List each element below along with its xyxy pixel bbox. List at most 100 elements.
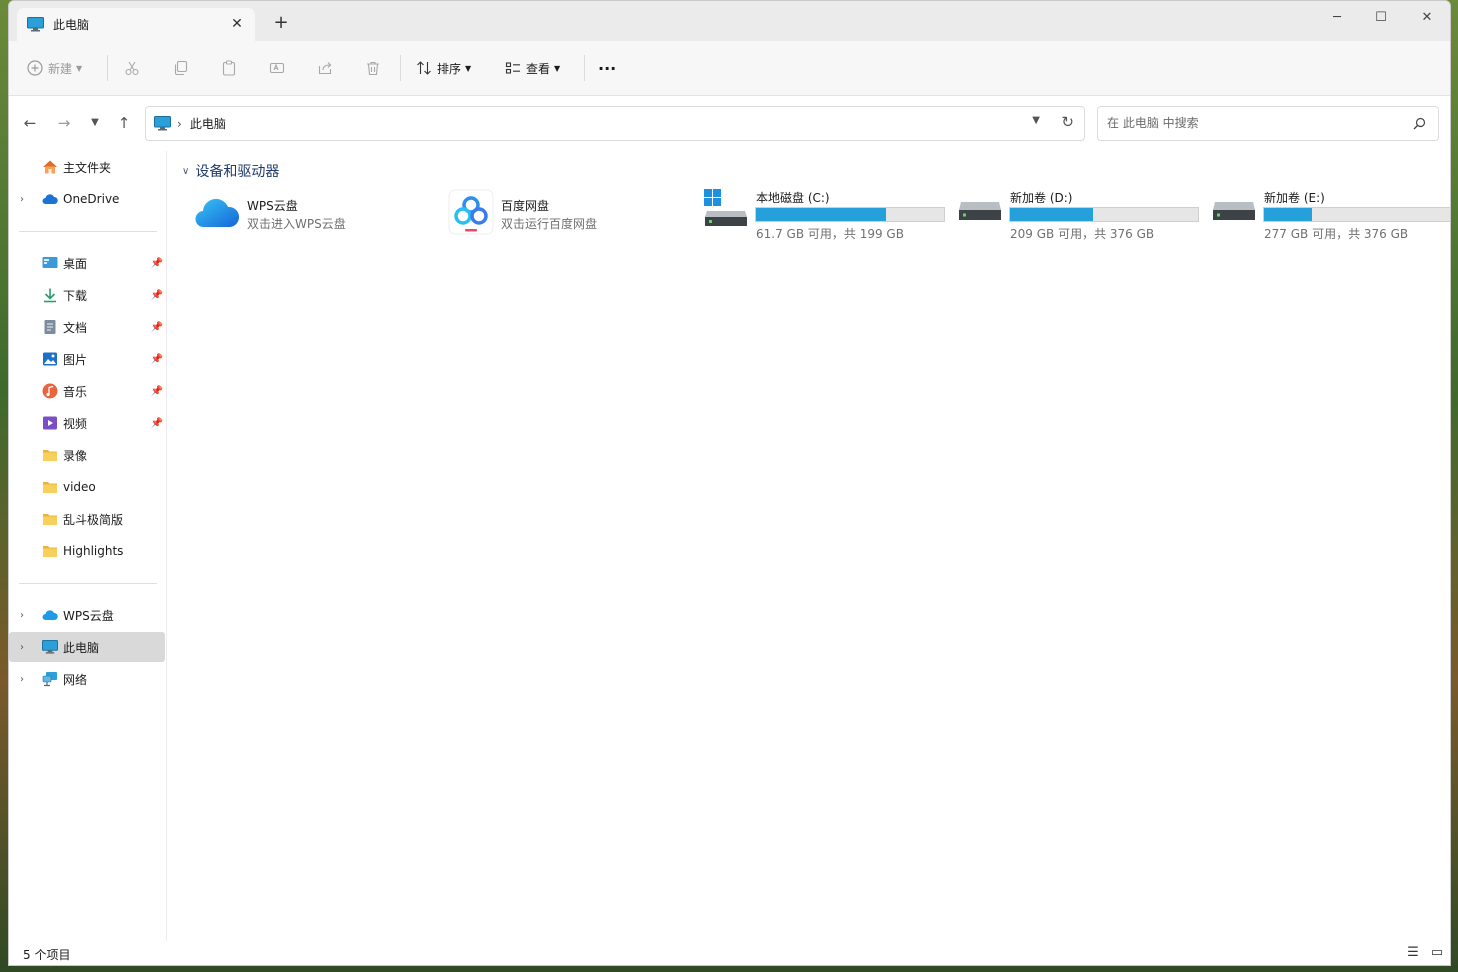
pin-icon[interactable]: 📌 (151, 354, 163, 365)
paste-button[interactable] (221, 55, 237, 81)
sidebar-item-folder[interactable]: video (9, 472, 165, 502)
group-header-devices[interactable]: ∨ 设备和驱动器 (182, 161, 279, 181)
this-pc-icon (154, 116, 171, 131)
forward-button[interactable]: → (53, 112, 75, 134)
sidebar-item-home[interactable]: 主文件夹 (9, 152, 165, 182)
sidebar-item-label: 录像 (63, 448, 88, 463)
drive-usage-bar (1263, 207, 1450, 222)
location-baidu-netdisk[interactable]: 百度网盘 双击运行百度网盘 (448, 189, 678, 239)
wps-cloud-icon (195, 198, 240, 228)
location-wps-cloud[interactable]: WPS云盘 双击进入WPS云盘 (194, 189, 424, 239)
recent-locations-button[interactable]: ▼ (84, 112, 106, 134)
trash-icon (367, 61, 379, 76)
sidebar-item-music[interactable]: 音乐 📌 (9, 376, 165, 406)
delete-button[interactable] (365, 55, 381, 81)
close-window-button[interactable]: ✕ (1405, 5, 1449, 31)
share-icon (318, 62, 332, 75)
maximize-button[interactable]: ☐ (1359, 5, 1403, 31)
sidebar-item-network[interactable]: › 网络 (9, 664, 165, 694)
drive-space-info: 61.7 GB 可用，共 199 GB (756, 227, 904, 241)
chevron-right-icon[interactable]: › (177, 117, 182, 131)
content-pane: ∨ 设备和驱动器 WPS云盘 双击进入WPS云盘 百度网盘 双击运行百度网盘 本… (174, 151, 1450, 941)
sidebar-item-documents[interactable]: 文档 📌 (9, 312, 165, 342)
drive-d[interactable]: 新加卷 (D:) 209 GB 可用，共 376 GB (958, 189, 1206, 241)
sidebar-item-pictures[interactable]: 图片 📌 (9, 344, 165, 374)
rename-icon (269, 62, 285, 74)
tab-title: 此电脑 (53, 18, 90, 32)
drive-space-info: 209 GB 可用，共 376 GB (1010, 227, 1155, 241)
rename-button[interactable] (269, 55, 285, 81)
item-count: 5 个项目 (23, 948, 71, 962)
pin-icon[interactable]: 📌 (151, 258, 163, 269)
sidebar-item-label: 桌面 (63, 256, 88, 271)
tab-this-pc[interactable]: 此电脑 ✕ (17, 8, 255, 41)
chevron-right-icon[interactable]: › (20, 642, 30, 653)
pin-icon[interactable]: 📌 (151, 322, 163, 333)
up-button[interactable]: ↑ (113, 112, 135, 134)
sidebar-item-label: 此电脑 (63, 640, 100, 655)
sidebar-item-wps-cloud[interactable]: › WPS云盘 (9, 600, 165, 630)
scissors-icon (125, 61, 139, 76)
chevron-down-icon: ▼ (554, 63, 561, 73)
view-button[interactable]: 查看 ▼ (505, 55, 560, 81)
drive-usage-fill (1264, 208, 1313, 221)
new-button[interactable]: 新建 ▼ (27, 55, 82, 81)
view-layout-icon (505, 62, 520, 74)
new-tab-button[interactable]: + (271, 13, 291, 33)
folder-icon (43, 546, 57, 557)
minimize-button[interactable]: ─ (1315, 5, 1359, 31)
more-options-button[interactable]: ··· (598, 55, 616, 81)
title-bar: 此电脑 ✕ + ─ ☐ ✕ (9, 1, 1450, 41)
breadcrumb-this-pc[interactable]: 此电脑 (190, 115, 226, 132)
close-tab-icon[interactable]: ✕ (227, 14, 247, 34)
pin-icon[interactable]: 📌 (151, 386, 163, 397)
large-icons-view-icon[interactable]: ▭ (1428, 944, 1446, 962)
sidebar-item-videos[interactable]: 视频 📌 (9, 408, 165, 438)
sidebar-item-folder[interactable]: 录像 (9, 440, 165, 470)
refresh-icon[interactable]: ↻ (1061, 113, 1074, 131)
sidebar-divider (19, 583, 157, 584)
sidebar-item-desktop[interactable]: 桌面 📌 (9, 248, 165, 278)
chevron-down-icon: ▼ (465, 63, 472, 73)
file-explorer-window: 此电脑 ✕ + ─ ☐ ✕ 新建 ▼ 排序 ▼ 查看 ▼ ··· ← → ▼ ↑… (8, 0, 1451, 966)
sidebar-item-downloads[interactable]: 下载 📌 (9, 280, 165, 310)
sidebar-item-folder[interactable]: 乱斗极简版 (9, 504, 165, 534)
group-title: 设备和驱动器 (195, 164, 280, 180)
navigation-pane: 主文件夹 › OneDrive 桌面 📌 下载 📌 文档 📌 图片 📌 音乐 📌… (9, 151, 167, 941)
chevron-down-icon[interactable]: ∨ (182, 166, 189, 177)
copy-icon (174, 60, 188, 76)
pin-icon[interactable]: 📌 (151, 290, 163, 301)
hard-drive-icon (959, 202, 1001, 220)
view-label: 查看 (526, 61, 551, 76)
location-description: 双击运行百度网盘 (501, 217, 598, 231)
search-input[interactable]: 在 此电脑 中搜索 (1097, 106, 1439, 141)
copy-button[interactable] (173, 55, 189, 81)
location-name: WPS云盘 (247, 199, 298, 213)
sidebar-item-label: Highlights (63, 544, 124, 558)
sidebar-item-this-pc[interactable]: › 此电脑 (9, 632, 165, 662)
drive-e[interactable]: 新加卷 (E:) 277 GB 可用，共 376 GB (1212, 189, 1450, 241)
sidebar-item-label: 主文件夹 (63, 160, 112, 175)
sidebar-item-onedrive[interactable]: › OneDrive (9, 184, 165, 214)
drive-name: 新加卷 (D:) (1010, 191, 1073, 205)
cut-button[interactable] (124, 55, 140, 81)
back-button[interactable]: ← (19, 112, 41, 134)
sidebar-item-folder[interactable]: Highlights (9, 536, 165, 566)
share-button[interactable] (317, 55, 333, 81)
this-pc-icon (27, 17, 44, 32)
chevron-right-icon[interactable]: › (20, 194, 30, 205)
sort-button[interactable]: 排序 ▼ (416, 55, 471, 81)
chevron-right-icon[interactable]: › (20, 610, 30, 621)
drive-usage-fill (756, 208, 886, 221)
address-bar[interactable]: › 此电脑 ▼ ↻ (145, 106, 1085, 141)
details-view-icon[interactable]: ☰ (1404, 944, 1422, 962)
sidebar-item-label: 文档 (63, 320, 88, 335)
search-icon[interactable] (1413, 117, 1426, 130)
sort-label: 排序 (437, 61, 462, 76)
chevron-down-icon[interactable]: ▼ (1032, 115, 1040, 126)
pin-icon[interactable]: 📌 (151, 418, 163, 429)
sidebar-item-label: 下载 (63, 288, 88, 303)
drive-name: 新加卷 (E:) (1264, 191, 1325, 205)
drive-c[interactable]: 本地磁盘 (C:) 61.7 GB 可用，共 199 GB (704, 189, 952, 241)
chevron-right-icon[interactable]: › (20, 674, 30, 685)
